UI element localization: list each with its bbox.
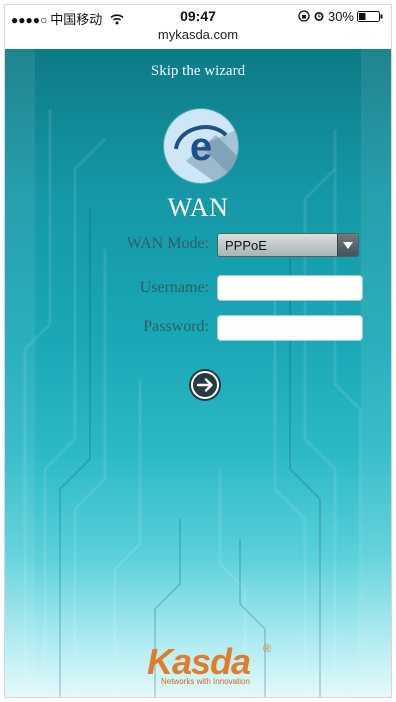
status-bar: ●●●●○ 中国移动 09:47 30% (5, 5, 391, 27)
internet-explorer-icon: e (164, 109, 238, 183)
alarm-icon (313, 10, 325, 22)
status-right: 30% (298, 9, 383, 24)
password-label: Password: (143, 318, 209, 335)
kasda-logo: Kasda ® Networks with Innovation (145, 641, 275, 689)
rotation-lock-icon (298, 10, 310, 22)
skip-wizard-link[interactable]: Skip the wizard (5, 63, 391, 80)
address-bar[interactable]: mykasda.com (5, 27, 391, 47)
wan-wizard-panel: Skip the wizard e WAN WAN Mode: PPPoE Us… (5, 49, 391, 697)
svg-text:e: e (190, 125, 212, 169)
password-input[interactable] (217, 315, 363, 341)
phone-screen: ●●●●○ 中国移动 09:47 30% mykasda.com Skip th… (4, 4, 392, 698)
brand-tagline: Networks with Innovation (161, 677, 250, 686)
chevron-down-icon (337, 234, 358, 256)
registered-mark: ® (263, 643, 272, 655)
username-input[interactable] (217, 275, 363, 301)
next-button[interactable] (189, 369, 221, 401)
username-label: Username: (139, 279, 209, 296)
wan-mode-label: WAN Mode: (126, 235, 209, 252)
wan-mode-select[interactable]: PPPoE (217, 233, 359, 257)
arrow-right-circle-icon (191, 371, 219, 399)
wan-mode-value: PPPoE (225, 238, 267, 253)
battery-percent: 30% (327, 9, 354, 24)
page-title: WAN (167, 193, 229, 222)
battery-icon (357, 10, 383, 22)
